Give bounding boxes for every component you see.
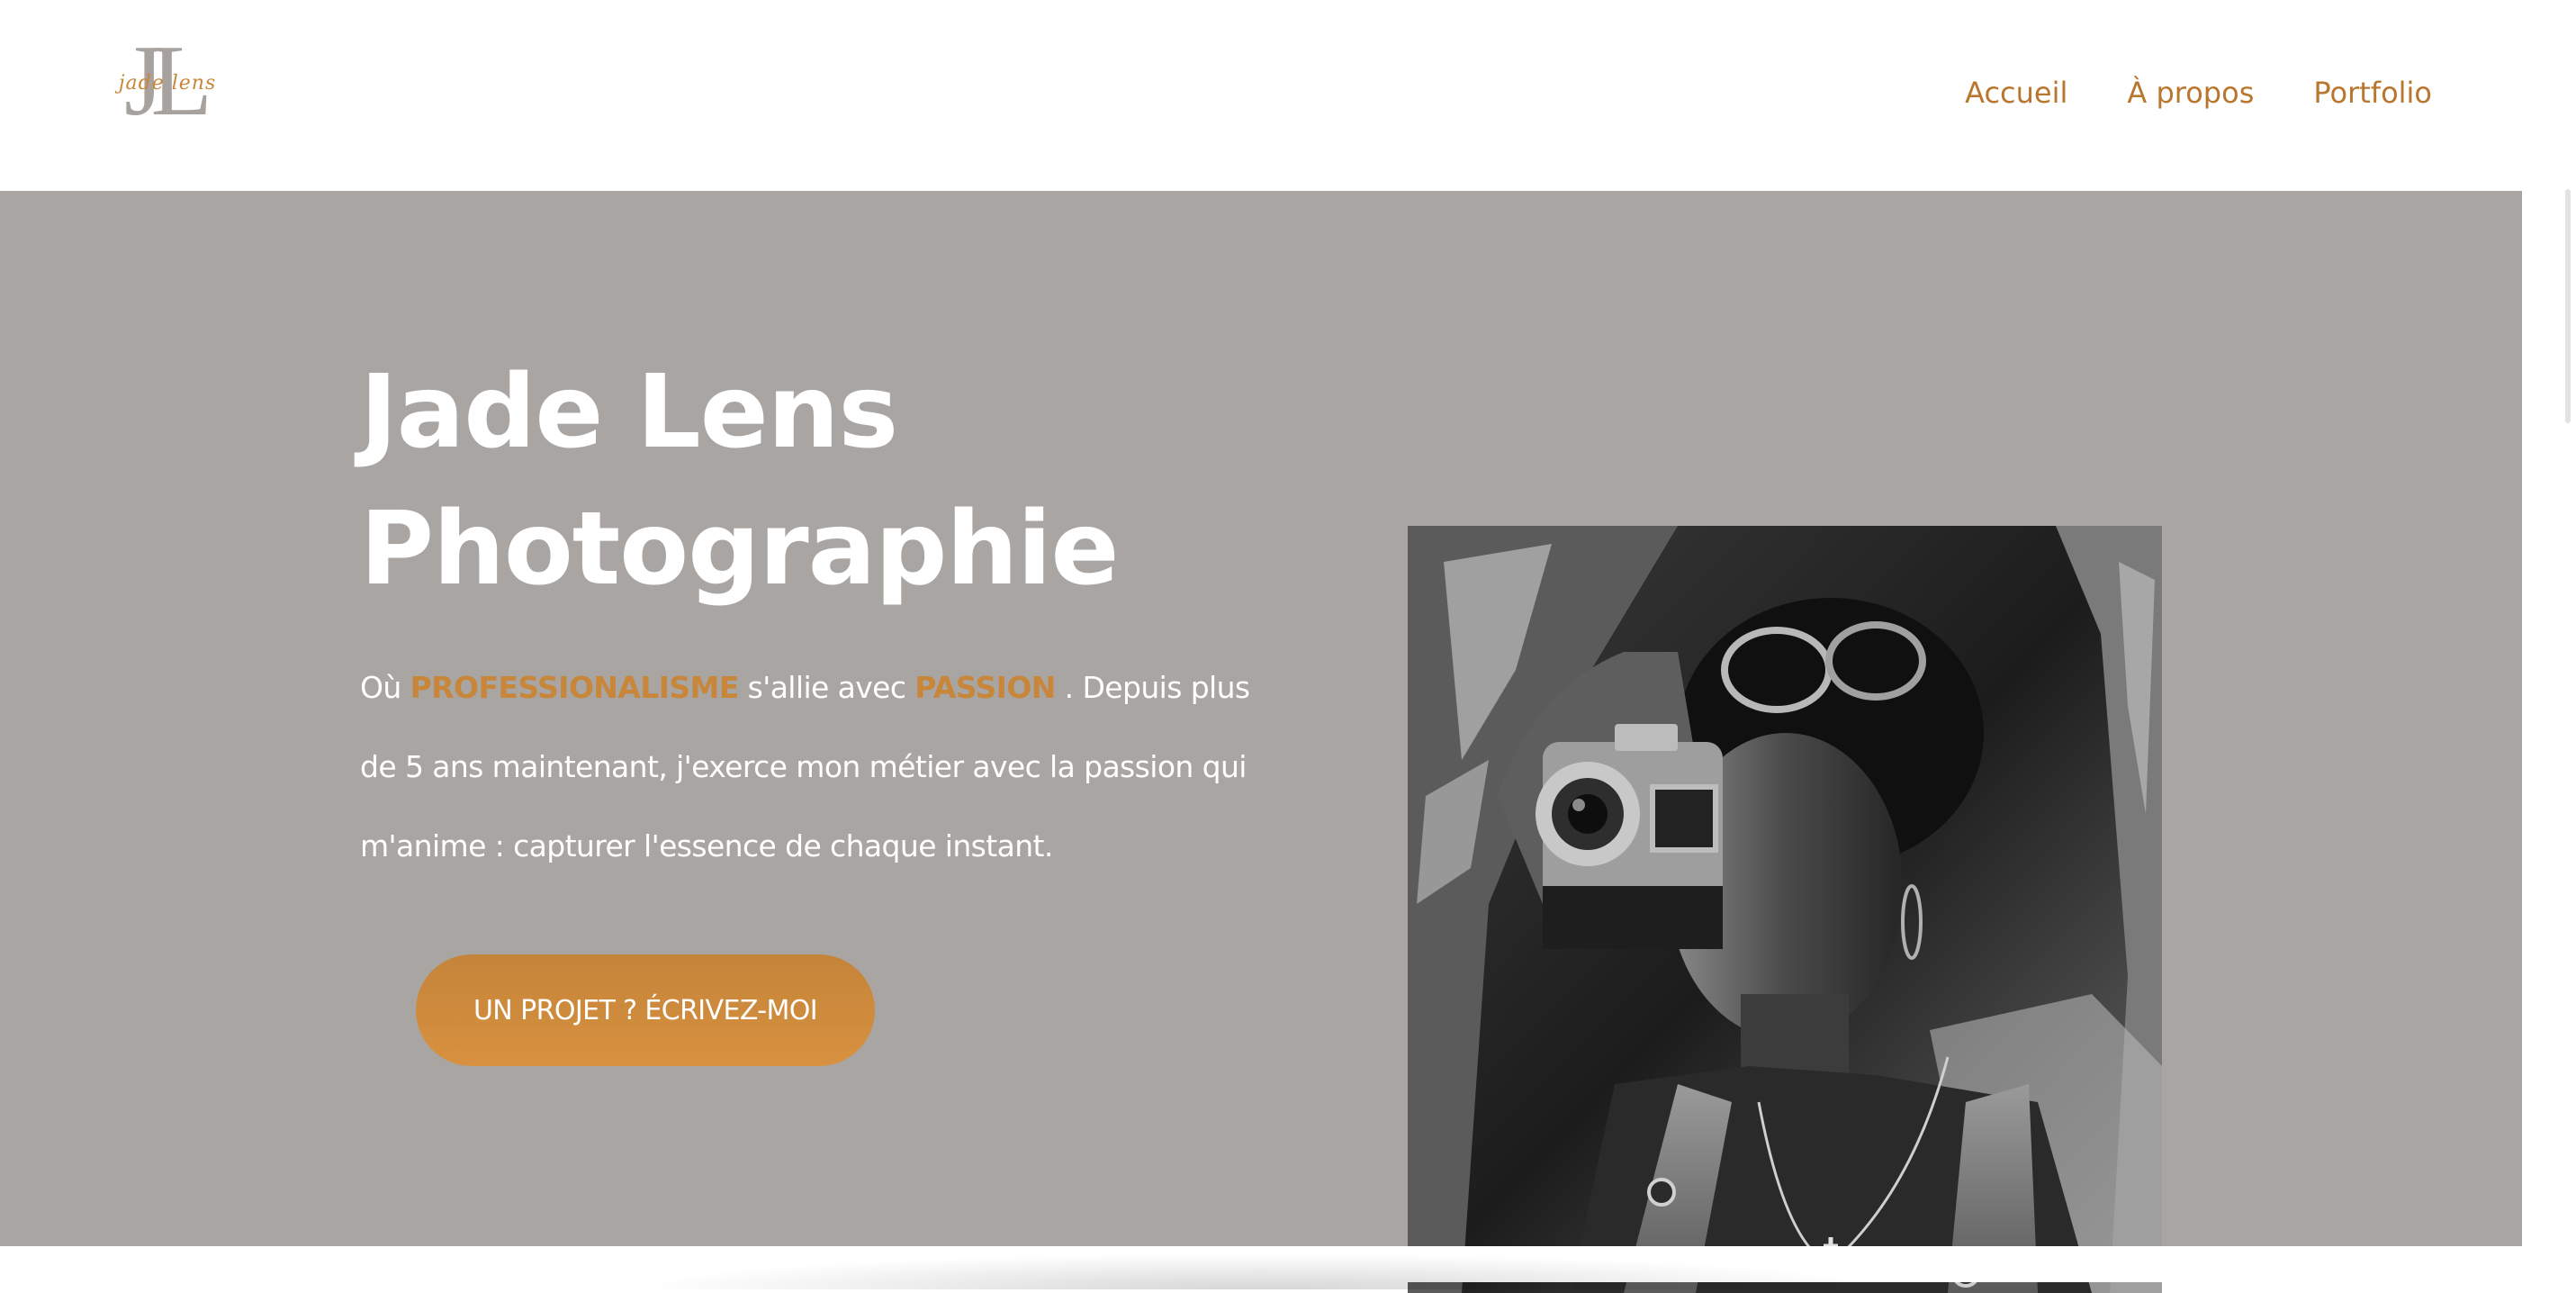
hero-highlight-passion: PASSION [914, 670, 1056, 705]
hero-title-line-1: Jade Lens [360, 354, 898, 471]
nav-portfolio[interactable]: Portfolio [2313, 76, 2432, 110]
contact-cta-button[interactable]: UN PROJET ? ÉCRIVEZ-MOI [416, 954, 875, 1066]
hero-description: Où PROFESSIONALISME s'allie avec PASSION… [360, 648, 1278, 886]
hero-title-line-2: Photographie [360, 491, 1119, 608]
logo-script: jade lens [118, 72, 217, 95]
section-shadow [630, 1253, 1890, 1289]
jade-lens-logo[interactable]: JL jade lens [101, 31, 227, 137]
site-header: JL jade lens Accueil À propos Portfolio [0, 0, 2522, 191]
scrollbar-thumb[interactable] [2565, 189, 2571, 423]
hero-text-pre: Où [360, 670, 410, 705]
hero-section: Jade Lens Photographie Où PROFESSIONALIS… [0, 191, 2522, 1293]
main-nav: Accueil À propos Portfolio [1965, 76, 2432, 110]
hero-highlight-professionalisme: PROFESSIONALISME [410, 670, 740, 705]
nav-accueil[interactable]: Accueil [1965, 76, 2067, 110]
nav-a-propos[interactable]: À propos [2127, 76, 2254, 110]
hero-text-mid: s'allie avec [738, 670, 915, 705]
hero-photo [1408, 526, 2162, 1293]
hero-title: Jade Lens Photographie [360, 344, 1119, 618]
